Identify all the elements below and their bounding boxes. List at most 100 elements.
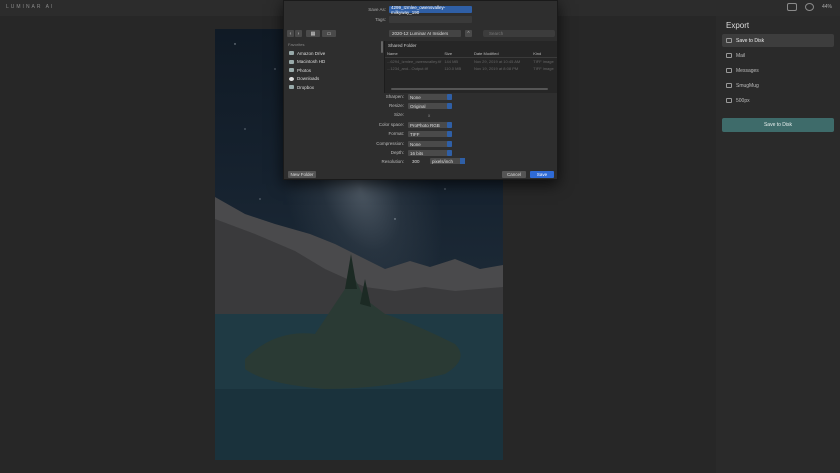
cancel-button[interactable]: Cancel [502, 171, 526, 178]
sidebar-item-macintosh-hd[interactable]: Macintosh HD [286, 58, 380, 67]
sidebar-heading: Favorites [288, 42, 305, 47]
dropbox-icon [289, 85, 294, 90]
sidebar-item-photos[interactable]: Photos [286, 66, 380, 75]
format-value: TIFF [410, 131, 420, 137]
export-option-label: Messages [736, 67, 759, 74]
color-space-value: ProPhoto RGB [410, 122, 440, 128]
file-kind: TIFF image [533, 66, 554, 71]
mail-icon [726, 53, 732, 58]
file-date: Nov 29, 2019 at 10:45 AM [473, 59, 521, 64]
sidebar: Favorites Amazon Drive Macintosh HD Phot… [286, 41, 380, 93]
resolution-unit-value: pixels/inch [432, 158, 454, 164]
chevron-down-icon [447, 94, 452, 100]
file-size: 110.0 MB [444, 66, 462, 71]
column-size[interactable]: Size [444, 51, 474, 56]
file-name: ...1234_and...Output.tif [387, 66, 428, 71]
sidebar-item-label: Downloads [297, 76, 320, 82]
disk-icon [726, 38, 732, 43]
forward-button[interactable]: › [295, 30, 302, 37]
export-option-label: Save to Disk [736, 37, 765, 44]
sidebar-item-amazon-drive[interactable]: Amazon Drive [286, 49, 380, 58]
color-space-select[interactable]: ProPhoto RGB [408, 122, 452, 128]
app-logo: LUMINAR AI [6, 4, 55, 10]
messages-icon [726, 68, 732, 73]
export-option-label: Mail [736, 52, 746, 59]
drive-icon [289, 59, 294, 64]
zoom-level[interactable]: 44% [822, 4, 832, 10]
resize-label: Resize: [388, 103, 404, 108]
export-option-smugmug[interactable]: SmugMug [722, 79, 834, 92]
chevron-down-icon [447, 141, 452, 147]
shared-folder-label: Shared Folder [388, 43, 417, 48]
depth-label: Depth: [390, 150, 404, 155]
resolution-label: Resolution: [381, 159, 404, 164]
chevron-down-icon [447, 150, 452, 156]
file-row[interactable]: ...6294_Izmlee_owensvalley.tif 144 MB No… [385, 58, 557, 65]
500px-icon [726, 98, 732, 103]
export-title: Export [726, 21, 750, 30]
size-label: Size: [393, 112, 404, 117]
back-button[interactable]: ‹ [287, 30, 294, 37]
search-input[interactable]: Search [483, 30, 555, 37]
file-kind: TIFF image [533, 59, 554, 64]
save-dialog: Save As: 4299_Izmlee_owensvalley-milkywa… [283, 0, 558, 180]
file-date: Nov 19, 2019 at 8:08 PM [473, 66, 519, 71]
column-kind[interactable]: Kind [533, 51, 555, 56]
color-space-label: Color space: [378, 122, 404, 127]
export-panel: Export Save to Disk Mail Messages SmugMu… [716, 16, 840, 473]
sidebar-item-downloads[interactable]: Downloads [286, 75, 380, 84]
folder-group-button[interactable]: ▭ [322, 30, 336, 37]
format-label: Format: [388, 131, 404, 136]
chevron-down-icon [447, 122, 452, 128]
sharpen-select[interactable]: None [408, 94, 452, 100]
folder-popup-label: 2020-12 Luminar AI Insiders [392, 31, 449, 36]
file-list-scrollbar[interactable] [391, 88, 548, 90]
export-option-save-to-disk[interactable]: Save to Disk [722, 34, 834, 47]
sidebar-item-label: Dropbox [297, 84, 315, 90]
file-name: ...6294_Izmlee_owensvalley.tif [387, 59, 442, 64]
sidebar-item-dropbox[interactable]: Dropbox [286, 83, 380, 92]
depth-value: 16 bits [410, 150, 424, 156]
sidebar-item-label: Macintosh HD [297, 59, 326, 65]
sharpen-value: None [410, 94, 421, 100]
compression-label: Compression: [376, 141, 404, 146]
depth-select[interactable]: 16 bits [408, 150, 452, 156]
expand-button[interactable]: ⌃ [465, 30, 472, 37]
folder-popup[interactable]: 2020-12 Luminar AI Insiders [389, 30, 461, 37]
save-to-disk-button[interactable]: Save to Disk [722, 118, 834, 132]
column-date[interactable]: Date Modified [474, 51, 533, 56]
save-as-label: Save As: [368, 7, 386, 12]
luminar-window: LUMINAR AI 44% Export Save to Disk Mail … [0, 0, 840, 473]
resize-value: Original [410, 103, 426, 109]
compare-icon[interactable] [786, 3, 797, 11]
smugmug-icon [726, 83, 732, 88]
export-option-500px[interactable]: 500px [722, 94, 834, 107]
new-folder-button[interactable]: New Folder [288, 171, 316, 178]
eye-icon[interactable] [804, 3, 814, 11]
save-button[interactable]: Save [530, 171, 554, 178]
export-option-mail[interactable]: Mail [722, 49, 834, 62]
chevron-down-icon [460, 158, 465, 164]
download-icon [289, 76, 294, 81]
top-toolbar: 44% [786, 3, 832, 11]
file-row[interactable]: ...1234_and...Output.tif 110.0 MB Nov 19… [385, 65, 557, 72]
save-as-field[interactable]: 4299_Izmlee_owensvalley-milkyway_190 [389, 5, 472, 15]
sidebar-item-label: Amazon Drive [297, 50, 326, 56]
sharpen-label: Sharpen: [385, 94, 404, 99]
tags-field[interactable] [389, 16, 472, 23]
format-select[interactable]: TIFF [408, 131, 452, 137]
export-option-messages[interactable]: Messages [722, 64, 834, 77]
resolution-unit-select[interactable]: pixels/inch [430, 158, 465, 164]
cloud-icon [289, 51, 294, 56]
compression-select[interactable]: None [408, 141, 452, 147]
resize-select[interactable]: Original [408, 103, 452, 109]
size-separator: x [428, 113, 431, 118]
sidebar-item-label: Photos [297, 67, 312, 73]
chevron-down-icon [447, 103, 452, 109]
file-list-header: Name Size Date Modified Kind [385, 50, 557, 58]
view-mode-button[interactable]: ▦ [306, 30, 320, 37]
resolution-field[interactable]: 300 [408, 158, 428, 164]
sidebar-scrollbar[interactable] [381, 41, 383, 53]
folder-icon [289, 68, 294, 73]
column-name[interactable]: Name [387, 51, 444, 56]
